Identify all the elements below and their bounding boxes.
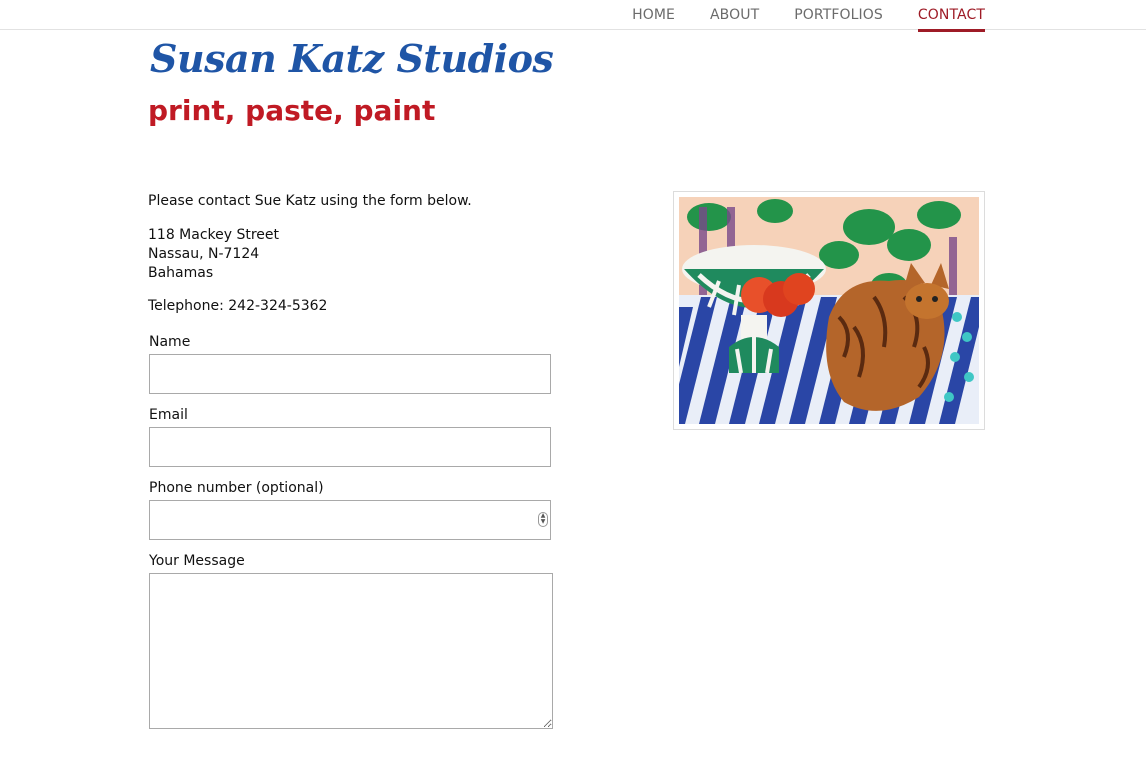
artwork-image — [679, 197, 979, 424]
chevron-down-icon[interactable]: ▼ — [539, 519, 547, 525]
address-line: 118 Mackey Street — [148, 227, 280, 243]
contact-intro: Please contact Sue Katz using the form b… — [148, 193, 472, 209]
nav-home-link[interactable]: HOME — [632, 0, 675, 32]
message-label: Your Message — [149, 553, 245, 569]
postal-address: 118 Mackey Street Nassau, N-7124 Bahamas — [148, 226, 279, 283]
top-nav-bar: HOME ABOUT PORTFOLIOS CONTACT — [0, 0, 1146, 32]
email-field[interactable] — [149, 427, 551, 467]
nav-contact-link[interactable]: CONTACT — [917, 0, 985, 32]
nav-portfolios-link[interactable]: PORTFOLIOS — [794, 0, 883, 32]
site-title[interactable]: Susan Katz Studios — [150, 36, 554, 81]
address-line: Nassau, N-7124 — [148, 246, 260, 262]
artwork-frame — [673, 191, 985, 430]
main-nav: HOME ABOUT PORTFOLIOS CONTACT — [597, 0, 985, 32]
name-field[interactable] — [149, 354, 551, 394]
name-label: Name — [149, 334, 191, 350]
number-stepper[interactable]: ▲ ▼ — [538, 512, 548, 527]
site-tagline: print, paste, paint — [148, 94, 436, 127]
telephone-text: Telephone: 242-324-5362 — [148, 298, 328, 314]
phone-label: Phone number (optional) — [149, 480, 324, 496]
address-line: Bahamas — [148, 265, 214, 281]
message-field[interactable] — [149, 573, 553, 729]
email-label: Email — [149, 407, 188, 423]
phone-field-wrapper: ▲ ▼ — [149, 500, 551, 540]
phone-field[interactable] — [149, 500, 551, 540]
nav-about-link[interactable]: ABOUT — [710, 0, 759, 32]
